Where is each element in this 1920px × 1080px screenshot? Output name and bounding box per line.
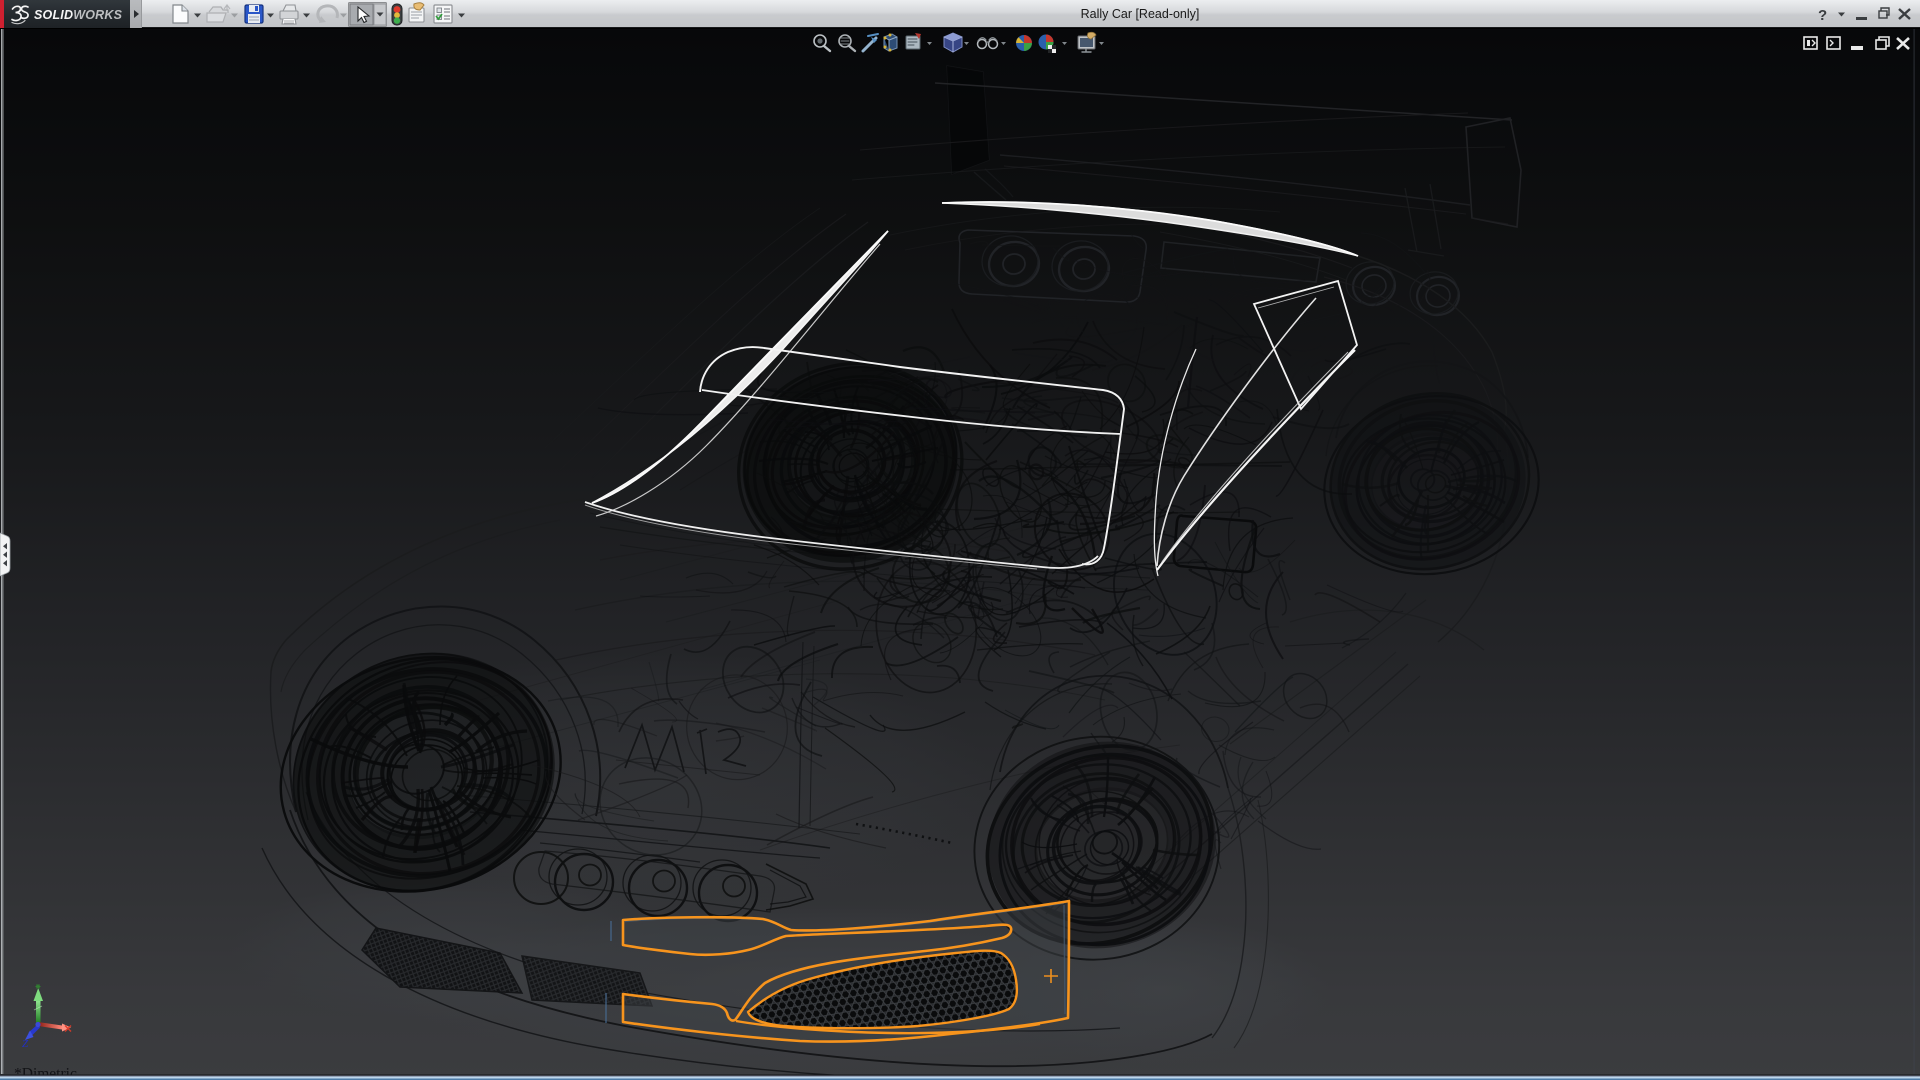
svg-text:SOLIDWORKS: SOLIDWORKS <box>34 8 123 22</box>
svg-text:?: ? <box>1818 7 1827 24</box>
svg-text:Z: Z <box>22 1038 29 1050</box>
